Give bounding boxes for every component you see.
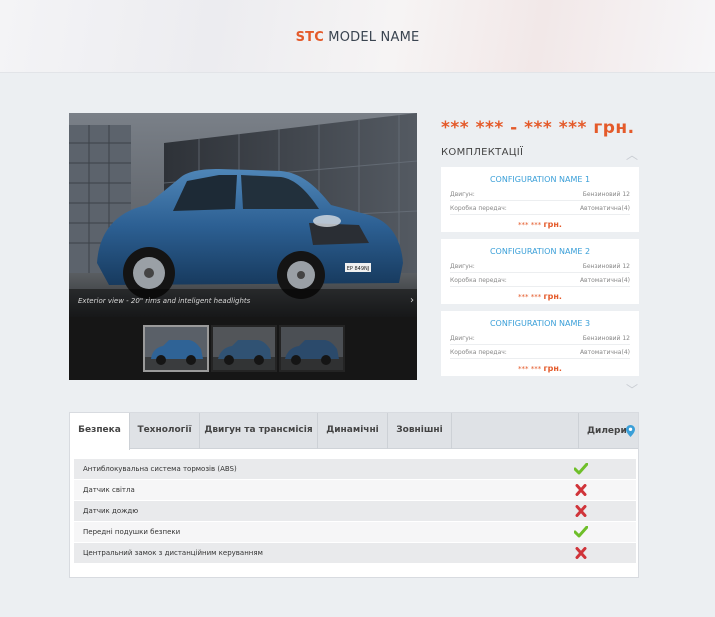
engine-row: Двигун: Бензиновий 12: [450, 260, 630, 273]
configuration-name: CONFIGURATION NAME 1: [489, 175, 591, 184]
feature-row: Передні подушки безпеки: [74, 522, 636, 543]
configuration-price-currency: грн.: [543, 292, 562, 301]
feature-row: Датчик дождю: [74, 501, 636, 522]
thumbnail-strip: [69, 317, 417, 380]
configuration-price-value: *** ***: [518, 293, 542, 301]
gearbox-value: Автоматична(4): [579, 277, 630, 284]
dealers-label: Дилери: [587, 426, 627, 436]
thumbnail-image: [213, 327, 275, 370]
main-photo[interactable]: EP 849NJ Exterior view - 20" rims and in…: [69, 113, 417, 317]
configuration-price-currency: грн.: [543, 220, 562, 229]
caption-bar: Exterior view - 20" rims and inteligent …: [69, 289, 417, 317]
thumbnail-image: [281, 327, 343, 370]
engine-row: Двигун: Бензиновий 12: [450, 332, 630, 345]
image-gallery: EP 849NJ Exterior view - 20" rims and in…: [69, 113, 417, 380]
license-plate-text: EP 849NJ: [347, 266, 370, 272]
gearbox-row: Коробка передач: Автоматична(4): [450, 346, 630, 359]
gearbox-label: Коробка передач:: [450, 277, 507, 284]
price-value: *** *** - *** ***: [441, 118, 587, 138]
tab-exterior[interactable]: Зовнішні: [388, 413, 452, 449]
model-name: MODEL NAME: [323, 30, 420, 45]
feature-row: Датчик світла: [74, 480, 636, 501]
configuration-card[interactable]: CONFIGURATION NAME 2 Двигун: Бензиновий 1…: [441, 239, 639, 304]
chevron-up-icon[interactable]: ︿: [622, 146, 642, 163]
tab-safety[interactable]: Безпека: [70, 413, 130, 450]
gearbox-row: Коробка передач: Автоматична(4): [450, 202, 630, 215]
tab-bar: Безпека Технології Двигун та трансмісія …: [70, 413, 638, 450]
configuration-name: CONFIGURATION NAME 3: [489, 319, 591, 328]
thumbnail-2[interactable]: [211, 325, 277, 372]
cross-icon: [575, 484, 587, 496]
feature-label: Передні подушки безпеки: [83, 528, 181, 536]
configuration-price-currency: грн.: [543, 364, 562, 373]
configuration-name: CONFIGURATION NAME 2: [489, 247, 591, 256]
features-panel: Безпека Технології Двигун та трансмісія …: [69, 412, 639, 578]
gearbox-value: Автоматична(4): [579, 205, 630, 212]
tab-engine-transmission[interactable]: Двигун та трансмісія: [200, 413, 318, 449]
configuration-price: *** *** грн.: [441, 292, 639, 301]
configuration-price-value: *** ***: [518, 221, 542, 229]
price-range: *** *** - *** *** грн.: [441, 118, 635, 138]
gearbox-value: Автоматична(4): [579, 349, 630, 356]
configurations-title: КОМПЛЕКТАЦІЇ: [441, 147, 524, 158]
engine-value: Бензиновий 12: [582, 263, 630, 270]
dealers-link[interactable]: Дилери: [578, 413, 638, 449]
configuration-price: *** *** грн.: [441, 220, 639, 229]
gearbox-row: Коробка передач: Автоматична(4): [450, 274, 630, 287]
configuration-card[interactable]: CONFIGURATION NAME 1 Двигун: Бензиновий 1…: [441, 167, 639, 232]
feature-row: Антиблокувальна система тормозів (ABS): [74, 459, 636, 480]
next-arrow-icon[interactable]: ›: [410, 295, 414, 306]
cross-icon: [575, 547, 587, 559]
photo-caption: Exterior view - 20" rims and inteligent …: [78, 297, 251, 305]
engine-row: Двигун: Бензиновий 12: [450, 188, 630, 201]
thumbnail-image: [145, 327, 207, 370]
configuration-price-value: *** ***: [518, 365, 542, 373]
check-icon: [574, 526, 588, 538]
engine-value: Бензиновий 12: [582, 335, 630, 342]
gearbox-label: Коробка передач:: [450, 205, 507, 212]
engine-label: Двигун:: [450, 191, 475, 198]
map-pin-icon: [626, 425, 635, 437]
feature-label: Центральний замок з дистанційним керуван…: [83, 549, 263, 557]
gearbox-label: Коробка передач:: [450, 349, 507, 356]
price-currency: грн.: [593, 118, 635, 138]
brand-accent: STC: [295, 30, 324, 45]
page-title: STC MODEL NAME: [0, 30, 715, 45]
thumbnail-1[interactable]: [143, 325, 209, 372]
configuration-card[interactable]: CONFIGURATION NAME 3 Двигун: Бензиновий 1…: [441, 311, 639, 376]
feature-label: Антиблокувальна система тормозів (ABS): [83, 465, 237, 473]
tab-dynamics[interactable]: Динамічні: [318, 413, 388, 449]
feature-row: Центральний замок з дистанційним керуван…: [74, 543, 636, 564]
engine-label: Двигун:: [450, 335, 475, 342]
engine-value: Бензиновий 12: [582, 191, 630, 198]
car-photo: EP 849NJ: [69, 113, 417, 317]
configuration-price: *** *** грн.: [441, 364, 639, 373]
chevron-down-icon[interactable]: ﹀: [622, 381, 642, 398]
feature-label: Датчик дождю: [83, 507, 139, 515]
thumbnail-3[interactable]: [279, 325, 345, 372]
cross-icon: [575, 505, 587, 517]
feature-label: Датчик світла: [83, 486, 135, 494]
check-icon: [574, 463, 588, 475]
tab-technologies[interactable]: Технології: [130, 413, 200, 449]
engine-label: Двигун:: [450, 263, 475, 270]
